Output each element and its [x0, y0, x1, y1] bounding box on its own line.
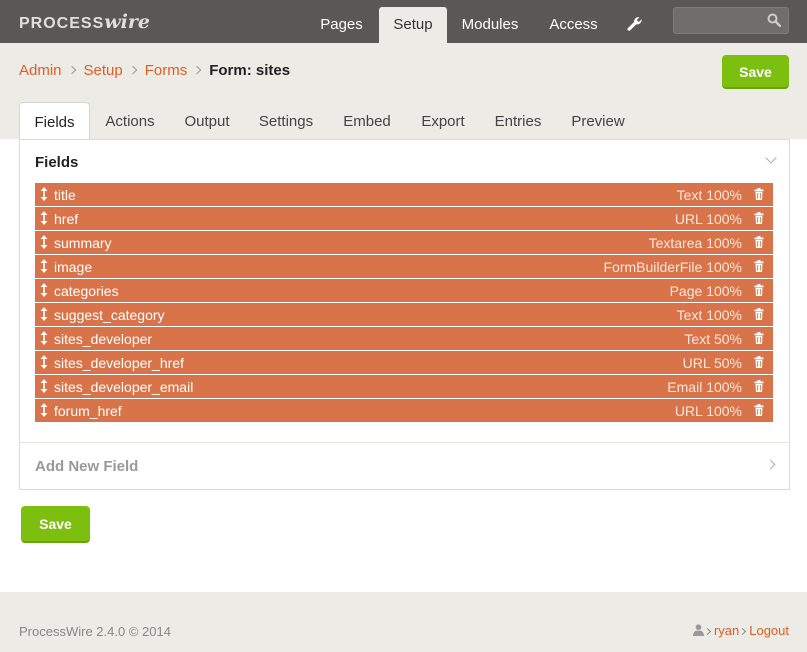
user-icon	[692, 624, 704, 636]
logout-link[interactable]: Logout	[749, 623, 789, 638]
field-row[interactable]: image FormBuilderFile 100%	[35, 255, 773, 278]
trash-icon[interactable]	[754, 284, 764, 296]
breadcrumb-chevron-icon	[192, 65, 202, 75]
breadcrumb-chevron-icon	[128, 65, 137, 75]
field-type: URL 100%	[674, 403, 742, 419]
field-type: URL 50%	[682, 355, 742, 371]
breadcrumb-setup[interactable]: Setup	[84, 62, 123, 79]
trash-icon[interactable]	[754, 356, 764, 368]
breadcrumb-forms[interactable]: Forms	[145, 62, 188, 79]
drag-handle-icon[interactable]	[40, 187, 48, 201]
trash-icon[interactable]	[754, 380, 764, 392]
field-name[interactable]: image	[54, 259, 92, 275]
tab-actions[interactable]: Actions	[92, 102, 168, 139]
save-button-top[interactable]: Save	[722, 55, 789, 89]
nav-setup[interactable]: Setup	[379, 7, 447, 43]
page-title: Form: sites	[209, 62, 291, 79]
field-type: Email 100%	[667, 379, 742, 395]
tab-settings[interactable]: Settings	[247, 102, 325, 139]
tab-entries[interactable]: Entries	[483, 102, 553, 139]
tab-export[interactable]: Export	[408, 102, 478, 139]
breadcrumb: Admin Setup Forms Form: sites	[19, 62, 290, 80]
field-row[interactable]: sites_developer Text 50%	[35, 327, 773, 350]
nav-pages[interactable]: Pages	[307, 7, 376, 43]
trash-icon[interactable]	[754, 236, 764, 248]
drag-handle-icon[interactable]	[40, 235, 48, 249]
drag-handle-icon[interactable]	[40, 403, 48, 417]
field-type: FormBuilderFile 100%	[603, 259, 743, 275]
processwire-logo[interactable]: PROCESSwire	[19, 11, 150, 33]
tab-fields[interactable]: Fields	[19, 102, 90, 140]
field-row[interactable]: summary Textarea 100%	[35, 231, 773, 254]
field-type: Page 100%	[669, 283, 742, 299]
wrench-icon[interactable]	[626, 16, 642, 32]
field-row[interactable]: sites_developer_email Email 100%	[35, 375, 773, 398]
field-row[interactable]: sites_developer_href URL 50%	[35, 351, 773, 374]
copyright: ProcessWire 2.4.0 © 2014	[19, 624, 171, 639]
fields-panel-title: Fields	[35, 154, 79, 171]
chevron-icon	[703, 627, 711, 636]
tab-embed[interactable]: Embed	[331, 102, 403, 139]
drag-handle-icon[interactable]	[40, 331, 48, 345]
save-button-bottom[interactable]: Save	[21, 506, 90, 543]
field-row[interactable]: title Text 100%	[35, 183, 773, 206]
nav-modules[interactable]: Modules	[450, 7, 530, 43]
field-name[interactable]: sites_developer	[54, 331, 152, 347]
tab-output[interactable]: Output	[172, 102, 242, 139]
field-name[interactable]: title	[54, 187, 76, 203]
field-type: Textarea 100%	[648, 235, 742, 251]
trash-icon[interactable]	[754, 332, 764, 344]
panel-divider	[20, 442, 789, 443]
chevron-icon	[739, 627, 747, 636]
field-row[interactable]: forum_href URL 100%	[35, 399, 773, 422]
field-name[interactable]: suggest_category	[54, 307, 165, 323]
field-type: Text 100%	[676, 307, 742, 323]
field-name[interactable]: sites_developer_email	[54, 379, 193, 395]
field-row[interactable]: href URL 100%	[35, 207, 773, 230]
trash-icon[interactable]	[754, 188, 764, 200]
trash-icon[interactable]	[754, 404, 764, 416]
field-type: Text 100%	[676, 187, 742, 203]
drag-handle-icon[interactable]	[40, 379, 48, 393]
user-area: ryan Logout	[692, 623, 789, 639]
user-link[interactable]: ryan	[714, 623, 739, 638]
field-row[interactable]: suggest_category Text 100%	[35, 303, 773, 326]
field-name[interactable]: summary	[54, 235, 112, 251]
field-type: Text 50%	[684, 331, 742, 347]
field-name[interactable]: sites_developer_href	[54, 355, 184, 371]
drag-handle-icon[interactable]	[40, 283, 48, 297]
tab-preview[interactable]: Preview	[560, 102, 636, 139]
drag-handle-icon[interactable]	[40, 211, 48, 225]
drag-handle-icon[interactable]	[40, 355, 48, 369]
field-row[interactable]: categories Page 100%	[35, 279, 773, 302]
logo-suffix: wire	[104, 11, 150, 33]
field-type: URL 100%	[674, 211, 742, 227]
trash-icon[interactable]	[754, 212, 764, 224]
nav-access[interactable]: Access	[536, 7, 611, 43]
drag-handle-icon[interactable]	[40, 259, 48, 273]
breadcrumb-admin[interactable]: Admin	[19, 62, 62, 79]
footer	[0, 592, 807, 652]
add-new-field-toggle[interactable]: Add New Field	[35, 458, 138, 475]
trash-icon[interactable]	[754, 260, 764, 272]
field-name[interactable]: href	[54, 211, 78, 227]
logo-prefix: PROCESS	[19, 15, 105, 32]
breadcrumb-chevron-icon	[67, 65, 76, 75]
field-name[interactable]: categories	[54, 283, 119, 299]
trash-icon[interactable]	[754, 308, 764, 320]
field-name[interactable]: forum_href	[54, 403, 122, 419]
search-icon[interactable]	[767, 13, 781, 27]
drag-handle-icon[interactable]	[40, 307, 48, 321]
